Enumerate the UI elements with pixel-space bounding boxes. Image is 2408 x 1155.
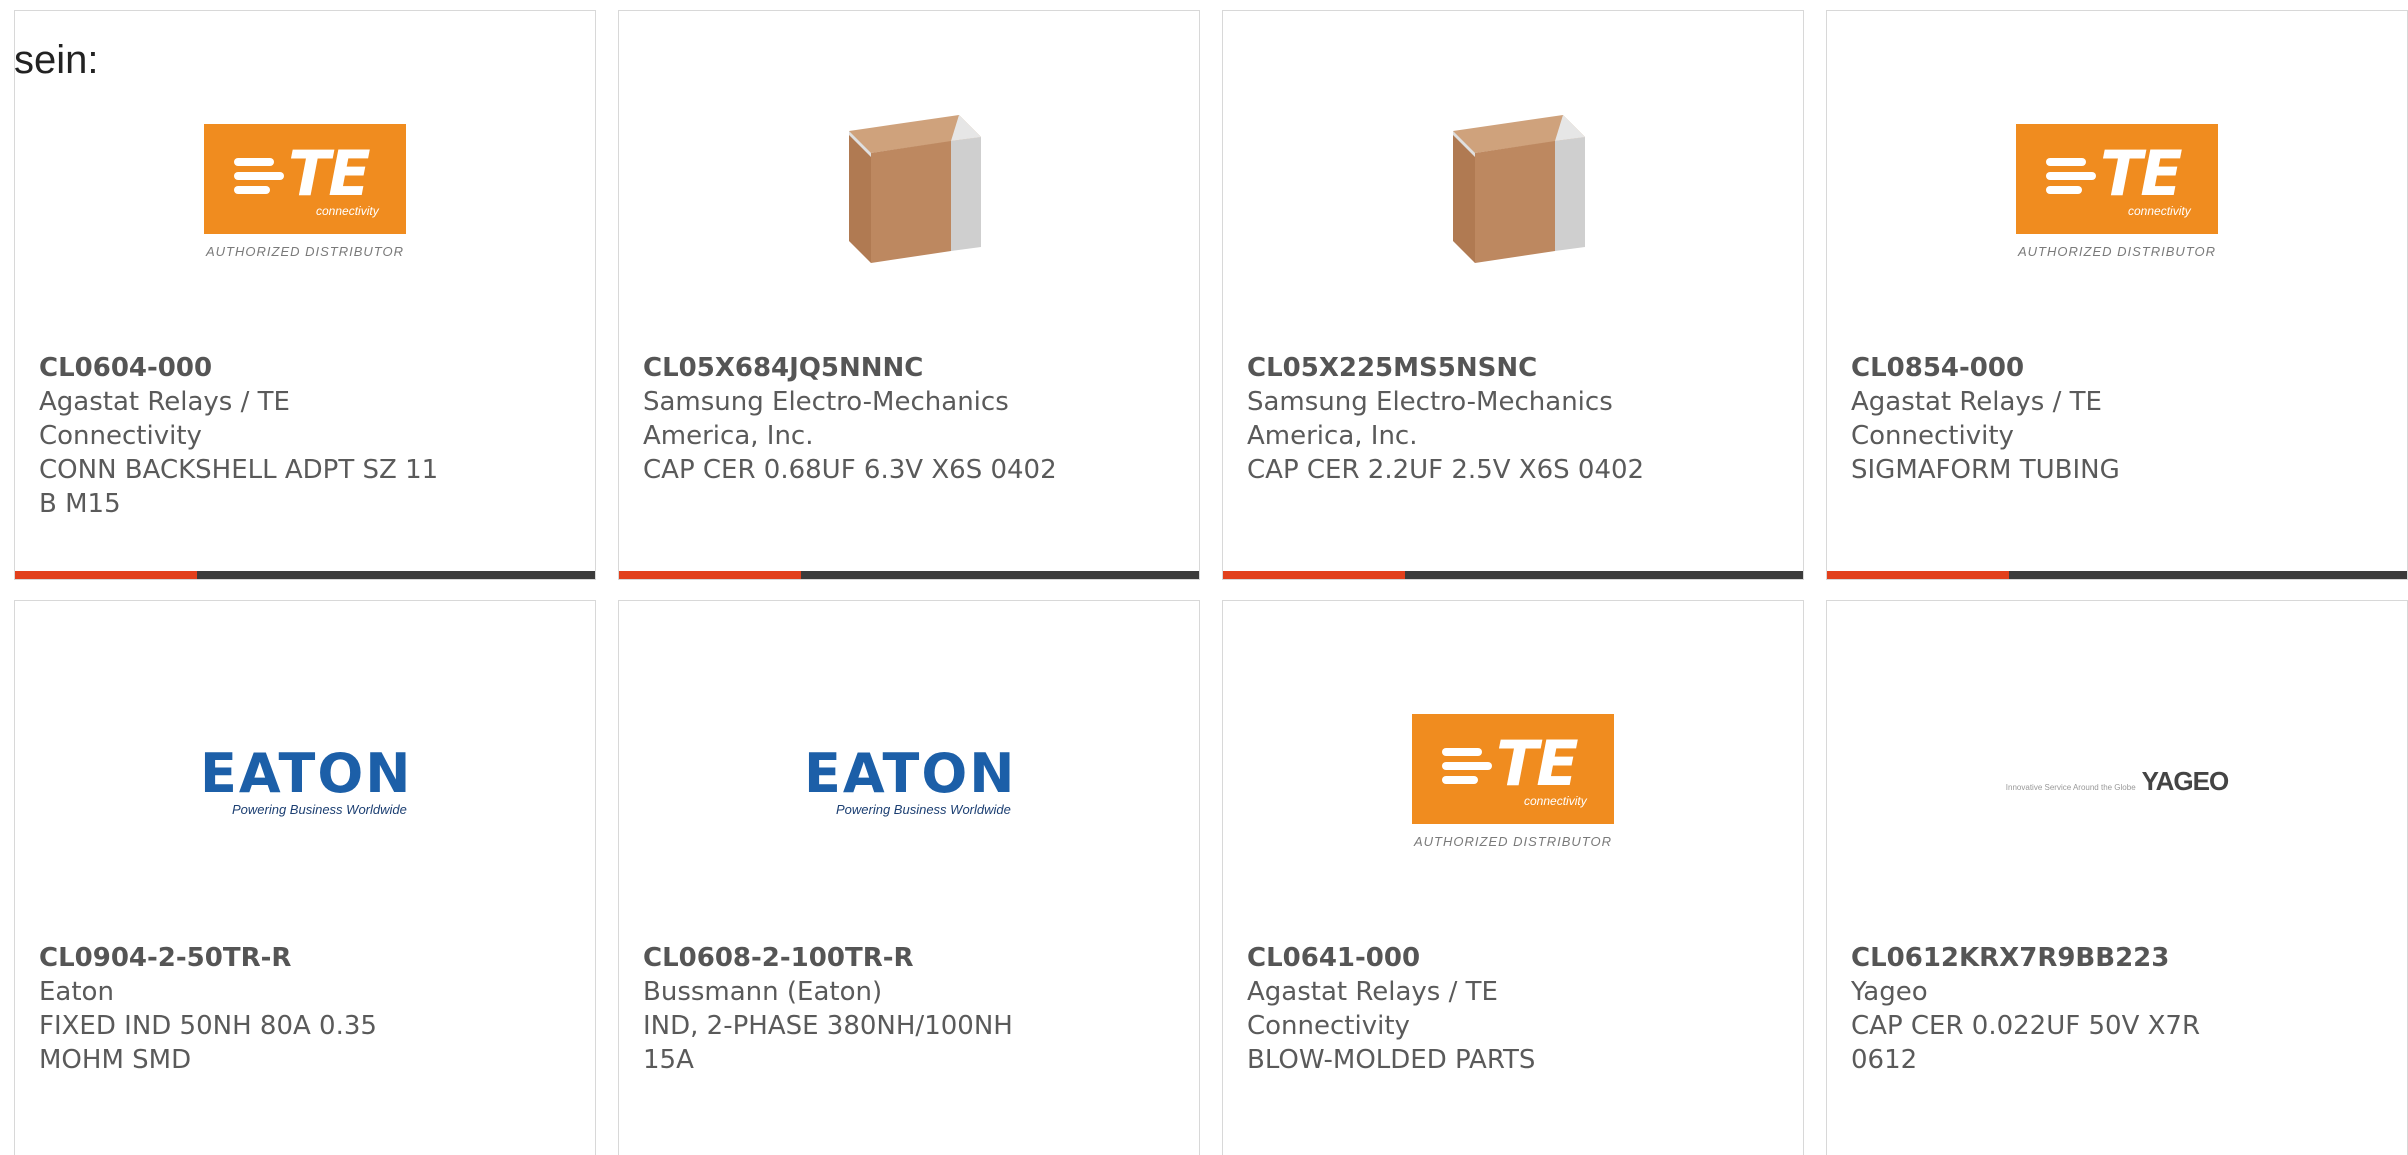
manufacturer-name: Yageo (1851, 977, 1928, 1007)
manufacturer-name: Eaton (39, 977, 114, 1007)
product-card[interactable]: TE connectivity AUTHORIZED DISTRIBUTOR C… (1826, 10, 2408, 580)
product-description: CONN BACKSHELL ADPT SZ 11 B M15 (39, 455, 439, 519)
product-description: CAP CER 2.2UF 2.5V X6S 0402 (1247, 455, 1645, 485)
product-image: TE connectivity AUTHORIZED DISTRIBUTOR (1223, 671, 1803, 891)
te-logo-letters: TE (2100, 136, 2183, 210)
part-number-link[interactable]: CL0608-2-100TR-R (643, 941, 1063, 975)
part-number-link[interactable]: CL0612KRX7R9BB223 (1851, 941, 2271, 975)
manufacturer-name: Agastat Relays / TE Connectivity (1851, 387, 2102, 451)
product-grid: TE connectivity AUTHORIZED DISTRIBUTOR C… (14, 10, 2408, 1155)
yageo-logo: Innovative Service Around the Globe YAGE… (2005, 765, 2230, 797)
card-footer-bar (619, 571, 1199, 579)
capacitor-chip-image (849, 115, 981, 263)
product-image (619, 81, 1199, 301)
eaton-logo-tag: Powering Business Worldwide (232, 801, 407, 817)
part-number-link[interactable]: CL0604-000 (39, 351, 459, 385)
product-description: IND, 2-PHASE 380NH/100NH 15A (643, 1011, 1013, 1075)
card-footer-bar (1827, 571, 2407, 579)
te-logo-sub: connectivity (316, 203, 379, 218)
product-info: CL0904-2-50TR-R Eaton FIXED IND 50NH 80A… (39, 941, 459, 1077)
card-footer-bar (1223, 571, 1803, 579)
part-number-link[interactable]: CL0641-000 (1247, 941, 1667, 975)
product-info: CL05X684JQ5NNNC Samsung Electro-Mechanic… (643, 351, 1063, 487)
te-logo-tag: AUTHORIZED DISTRIBUTOR (1414, 833, 1612, 849)
te-connectivity-logo: TE connectivity AUTHORIZED DISTRIBUTOR (1408, 713, 1618, 849)
product-info: CL0641-000 Agastat Relays / TE Connectiv… (1247, 941, 1667, 1077)
te-logo-tag: AUTHORIZED DISTRIBUTOR (206, 243, 404, 259)
card-footer-accent (15, 571, 197, 579)
manufacturer-name: Agastat Relays / TE Connectivity (39, 387, 290, 451)
te-connectivity-logo: TE connectivity AUTHORIZED DISTRIBUTOR (200, 123, 410, 259)
yageo-logo-small: Innovative Service Around the Globe (2005, 782, 2136, 792)
product-card[interactable]: CL05X225MS5NSNC Samsung Electro-Mechanic… (1222, 10, 1804, 580)
lead-text: sein: (14, 38, 99, 82)
te-logo-letters: TE (288, 136, 371, 210)
te-logo-sub: connectivity (1524, 793, 1587, 808)
manufacturer-name: Samsung Electro-Mechanics America, Inc. (1247, 387, 1613, 451)
product-card[interactable]: EATON Powering Business Worldwide CL0904… (14, 600, 596, 1155)
eaton-logo-tag: Powering Business Worldwide (836, 801, 1011, 817)
product-description: CAP CER 0.68UF 6.3V X6S 0402 (643, 455, 1057, 485)
product-info: CL0604-000 Agastat Relays / TE Connectiv… (39, 351, 459, 521)
part-number-link[interactable]: CL05X225MS5NSNC (1247, 351, 1667, 385)
product-info: CL0612KRX7R9BB223 Yageo CAP CER 0.022UF … (1851, 941, 2271, 1077)
product-card[interactable]: TE connectivity AUTHORIZED DISTRIBUTOR C… (14, 10, 596, 580)
te-connectivity-logo: TE connectivity AUTHORIZED DISTRIBUTOR (2012, 123, 2222, 259)
product-image: TE connectivity AUTHORIZED DISTRIBUTOR (15, 81, 595, 301)
part-number-link[interactable]: CL05X684JQ5NNNC (643, 351, 1063, 385)
product-grid-page: sein: TE connectivity AUTHORIZED DISTRIB… (0, 0, 2408, 1155)
product-card[interactable]: EATON Powering Business Worldwide CL0608… (618, 600, 1200, 1155)
capacitor-chip-image (1453, 115, 1585, 263)
te-logo-sub: connectivity (2128, 203, 2191, 218)
product-card[interactable]: TE connectivity AUTHORIZED DISTRIBUTOR C… (1222, 600, 1804, 1155)
yageo-logo-word: YAGEO (2141, 765, 2230, 796)
product-card[interactable]: Innovative Service Around the Globe YAGE… (1826, 600, 2408, 1155)
eaton-logo-word: EATON (200, 741, 413, 805)
manufacturer-name: Samsung Electro-Mechanics America, Inc. (643, 387, 1009, 451)
manufacturer-name: Bussmann (Eaton) (643, 977, 883, 1007)
manufacturer-name: Agastat Relays / TE Connectivity (1247, 977, 1498, 1041)
product-info: CL0854-000 Agastat Relays / TE Connectiv… (1851, 351, 2271, 487)
card-footer-accent (619, 571, 801, 579)
eaton-logo-word: EATON (804, 741, 1017, 805)
eaton-logo: EATON Powering Business Worldwide (804, 741, 1017, 817)
product-image: EATON Powering Business Worldwide (619, 671, 1199, 891)
card-footer-accent (1223, 571, 1405, 579)
product-info: CL0608-2-100TR-R Bussmann (Eaton) IND, 2… (643, 941, 1063, 1077)
part-number-link[interactable]: CL0904-2-50TR-R (39, 941, 459, 975)
part-number-link[interactable]: CL0854-000 (1851, 351, 2271, 385)
product-description: CAP CER 0.022UF 50V X7R 0612 (1851, 1011, 2201, 1075)
card-footer-accent (1827, 571, 2009, 579)
eaton-logo: EATON Powering Business Worldwide (200, 741, 413, 817)
product-description: BLOW-MOLDED PARTS (1247, 1045, 1536, 1075)
product-image: EATON Powering Business Worldwide (15, 671, 595, 891)
product-image: Innovative Service Around the Globe YAGE… (1827, 671, 2407, 891)
product-description: FIXED IND 50NH 80A 0.35 MOHM SMD (39, 1011, 377, 1075)
te-logo-tag: AUTHORIZED DISTRIBUTOR (2018, 243, 2216, 259)
product-image (1223, 81, 1803, 301)
product-card[interactable]: CL05X684JQ5NNNC Samsung Electro-Mechanic… (618, 10, 1200, 580)
product-image: TE connectivity AUTHORIZED DISTRIBUTOR (1827, 81, 2407, 301)
product-info: CL05X225MS5NSNC Samsung Electro-Mechanic… (1247, 351, 1667, 487)
card-footer-bar (15, 571, 595, 579)
te-logo-letters: TE (1496, 726, 1579, 800)
product-description: SIGMAFORM TUBING (1851, 455, 2120, 485)
